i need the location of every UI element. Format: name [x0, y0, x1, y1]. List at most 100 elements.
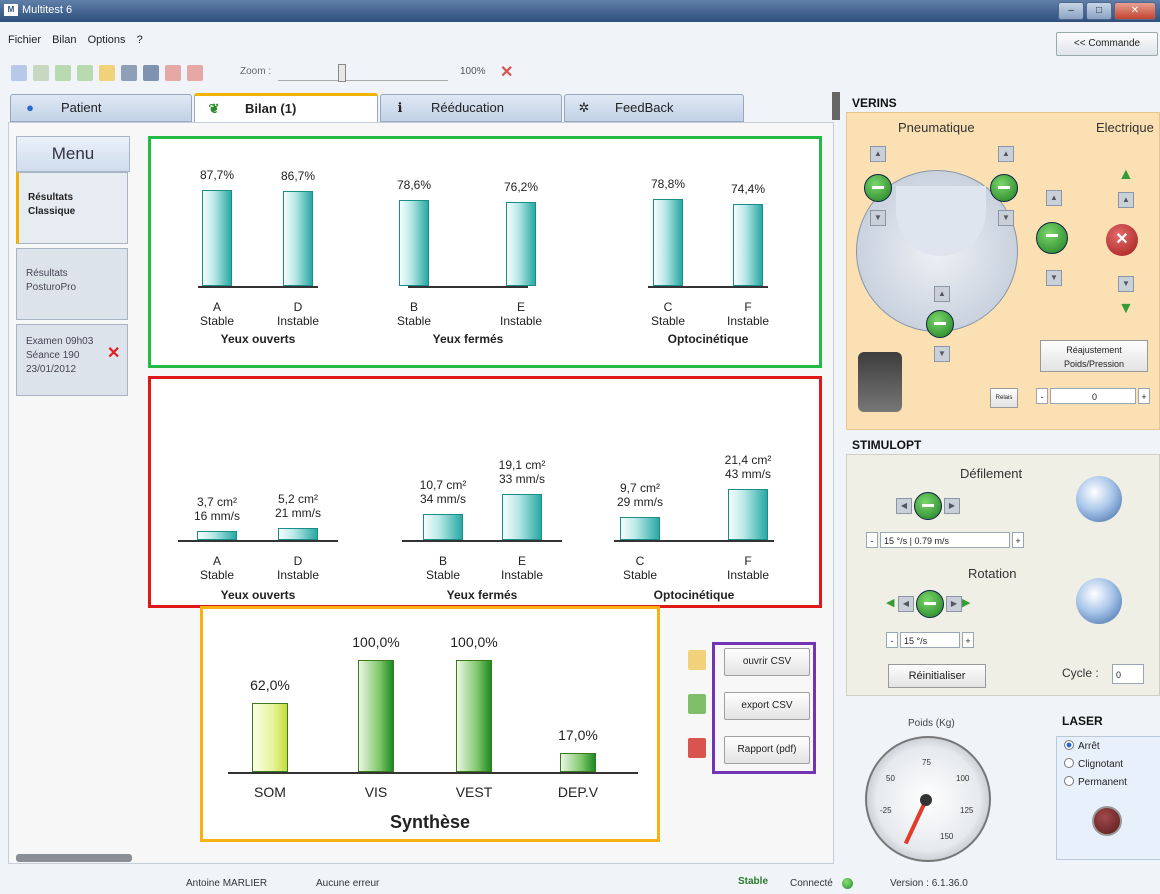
zoom-slider[interactable] — [278, 64, 448, 82]
laser-option-arret[interactable]: Arrêt — [1064, 740, 1100, 752]
stability-bar — [653, 199, 683, 286]
reset-zoom-icon[interactable]: ✕ — [500, 62, 513, 82]
maximize-icon[interactable]: □ — [1086, 2, 1112, 20]
rot-left-arrow-icon: ◀ — [886, 597, 895, 609]
elec-down-arrow-icon: ▼ — [1118, 300, 1134, 317]
commande-button[interactable]: << Commande — [1056, 32, 1158, 56]
bar-condition-label: Instable — [726, 568, 770, 582]
surface-speed-label: 29 mm/s — [616, 495, 663, 509]
open-csv-button[interactable]: ouvrir CSV — [724, 648, 810, 676]
surface-area-label: 3,7 cm² — [196, 495, 237, 509]
pneu-center-up-icon[interactable]: ▲ — [934, 286, 950, 302]
graph-icon[interactable] — [55, 65, 71, 81]
rot-plus-button[interactable]: + — [962, 632, 974, 648]
stepper-plus-button[interactable]: + — [1138, 388, 1150, 404]
surface-bar — [502, 494, 542, 540]
check-icon[interactable] — [33, 65, 49, 81]
pneu-right-button[interactable] — [990, 174, 1018, 202]
tab-reeducation[interactable]: ℹ Rééducation — [380, 94, 562, 122]
delete-icon[interactable] — [121, 65, 137, 81]
connected-indicator-icon — [842, 878, 853, 889]
elec-stop-up-icon[interactable]: ▲ — [1118, 192, 1134, 208]
pneu-center-button[interactable] — [926, 310, 954, 338]
reajustement-button[interactable]: Réajustement Poids/Pression — [1040, 340, 1148, 372]
elec-button[interactable] — [1036, 222, 1068, 254]
pneu-left-up-icon[interactable]: ▲ — [870, 146, 886, 162]
delete-exam-icon[interactable]: ✕ — [107, 346, 120, 362]
export-csv-button[interactable]: export CSV — [724, 692, 810, 720]
stability-value-label: 78,6% — [396, 178, 432, 192]
zoom-slider-thumb[interactable] — [338, 64, 346, 82]
reinitialiser-button[interactable]: Réinitialiser — [888, 664, 986, 688]
defil-minus-button[interactable]: - — [866, 532, 878, 548]
menu-bilan[interactable]: Bilan — [52, 34, 76, 46]
cross-icon[interactable] — [165, 65, 181, 81]
folder-icon[interactable] — [99, 65, 115, 81]
splitter-handle[interactable] — [832, 92, 840, 120]
stop-icon[interactable]: ✕ — [1106, 224, 1138, 256]
defilement-label: Défilement — [960, 466, 1023, 481]
elec-up-arrow-icon: ▲ — [1118, 166, 1134, 183]
laser-option-permanent[interactable]: Permanent — [1064, 776, 1127, 788]
title-bar: M Multitest 6 – □ ✕ — [0, 0, 1160, 22]
sidebar-item-resultats-classique[interactable]: Résultats Classique — [16, 172, 128, 244]
defil-plus-button[interactable]: + — [1012, 532, 1024, 548]
rot-left-icon[interactable]: ◀ — [898, 596, 914, 612]
pneu-center-down-icon[interactable]: ▼ — [934, 346, 950, 362]
poids-combo[interactable]: 0 — [1050, 388, 1136, 404]
radio-permanent[interactable] — [1064, 776, 1074, 786]
status-user: Antoine MARLIER — [186, 878, 268, 889]
defil-stepper[interactable]: - 15 °/s | 0.79 m/s + — [866, 532, 1026, 548]
sidebar-item-resultats-posturopro[interactable]: Résultats PosturoPro — [16, 248, 128, 320]
defil-combo[interactable]: 15 °/s | 0.79 m/s — [880, 532, 1010, 548]
menu-options[interactable]: Options — [88, 34, 126, 46]
radio-clignotant[interactable] — [1064, 758, 1074, 768]
elec-down-icon[interactable]: ▼ — [1046, 270, 1062, 286]
defil-play-button[interactable] — [914, 492, 942, 520]
defil-left-icon[interactable]: ◀ — [896, 498, 912, 514]
cycle-combo[interactable]: 0 — [1112, 664, 1144, 684]
menu-help[interactable]: ? — [137, 34, 143, 46]
defil-right-icon[interactable]: ▶ — [944, 498, 960, 514]
report-pdf-button[interactable]: Rapport (pdf) — [724, 736, 810, 764]
minimize-icon[interactable]: – — [1058, 2, 1084, 20]
elec-up-icon[interactable]: ▲ — [1046, 190, 1062, 206]
menu-fichier[interactable]: Fichier — [8, 34, 41, 46]
electrique-label: Electrique — [1096, 120, 1154, 135]
graph2-icon[interactable] — [77, 65, 93, 81]
tab-bilan[interactable]: ❦ Bilan (1) — [194, 93, 378, 122]
rot-minus-button[interactable]: - — [886, 632, 898, 648]
stepper-minus-button[interactable]: - — [1036, 388, 1048, 404]
surface-speed-label: 16 mm/s — [193, 509, 240, 523]
sidebar-item-examen[interactable]: Examen 09h03 Séance 190 23/01/2012 ✕ — [16, 324, 128, 396]
bar-letter-label: E — [516, 300, 525, 314]
pneu-right-down-icon[interactable]: ▼ — [998, 210, 1014, 226]
relais-button[interactable]: Relais — [990, 388, 1018, 408]
surface-speed-label: 43 mm/s — [724, 467, 771, 481]
tab-feedback[interactable]: ✲ FeedBack — [564, 94, 744, 122]
rot-right-icon[interactable]: ▶ — [946, 596, 962, 612]
rot-stepper[interactable]: - 15 °/s + — [886, 632, 976, 648]
window-title: Multitest 6 — [22, 4, 73, 16]
excel-icon — [688, 694, 706, 714]
grid-icon[interactable] — [143, 65, 159, 81]
radio-arret[interactable] — [1064, 740, 1074, 750]
bar-letter-label: D — [293, 300, 303, 314]
pneu-left-button[interactable] — [864, 174, 892, 202]
elec-stop-down-icon[interactable]: ▼ — [1118, 276, 1134, 292]
rot-combo[interactable]: 15 °/s — [900, 632, 960, 648]
surface-bar — [423, 514, 463, 540]
bar-letter-label: D — [293, 554, 303, 568]
close-icon[interactable]: ✕ — [1114, 2, 1156, 20]
bar-letter-label: F — [744, 554, 752, 568]
pneu-right-up-icon[interactable]: ▲ — [998, 146, 1014, 162]
synthese-value-label: 100,0% — [450, 634, 498, 650]
pneu-left-down-icon[interactable]: ▼ — [870, 210, 886, 226]
cursor-icon[interactable] — [11, 65, 27, 81]
tab-patient[interactable]: ● Patient — [10, 94, 192, 122]
rot-play-button[interactable] — [916, 590, 944, 618]
pneumatique-label: Pneumatique — [898, 120, 975, 135]
sidebar-scrollbar[interactable] — [16, 854, 132, 862]
cross2-icon[interactable] — [187, 65, 203, 81]
laser-option-clignotant[interactable]: Clignotant — [1064, 758, 1123, 770]
